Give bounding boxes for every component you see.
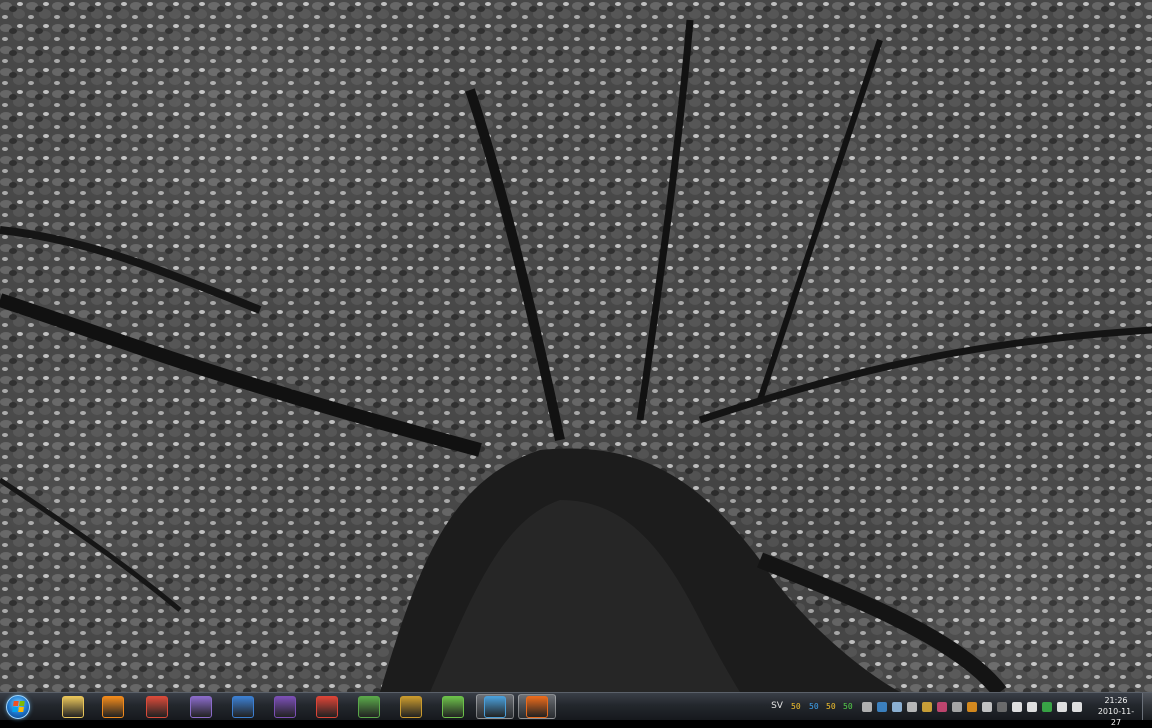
clock-date: 2010-11-27 [1097, 707, 1135, 727]
code-icon [274, 695, 296, 718]
tray-counter[interactable]: 50 [791, 693, 801, 720]
tree-canopy-image [0, 0, 1152, 692]
users-icon [484, 695, 506, 718]
taskbar-button-network-users[interactable] [476, 694, 514, 719]
chrome-icon [316, 695, 338, 718]
taskbar-button-chrome[interactable] [308, 694, 346, 719]
skull-icon[interactable] [982, 702, 992, 712]
volume-icon[interactable] [1072, 702, 1082, 712]
sheet-icon [358, 695, 380, 718]
taskbar-button-pidgin[interactable] [182, 694, 220, 719]
start-button[interactable] [2, 693, 34, 720]
show-desktop-button[interactable] [1142, 693, 1152, 720]
bug-icon[interactable] [862, 702, 872, 712]
orange-dot-icon[interactable] [967, 702, 977, 712]
globe-icon[interactable] [877, 702, 887, 712]
folder-icon [62, 695, 84, 718]
taskbar: SV 50 50 50 50 21:26 2010-11-27 [0, 692, 1152, 727]
palette-icon [146, 695, 168, 718]
tray-counter[interactable]: 50 [843, 693, 853, 720]
chat-icon[interactable] [892, 702, 902, 712]
flag-icon[interactable] [1012, 702, 1022, 712]
language-indicator[interactable]: SV [766, 693, 788, 720]
clock-time: 21:26 [1104, 696, 1128, 705]
taskbar-button-visual-studio[interactable] [266, 694, 304, 719]
shield-icon[interactable] [1042, 702, 1052, 712]
clock[interactable]: 21:26 2010-11-27 [1094, 695, 1138, 728]
taskbar-button-paint[interactable] [138, 694, 176, 719]
taskbar-button-thunderbird[interactable] [224, 694, 262, 719]
book-icon[interactable] [922, 702, 932, 712]
tray-counter[interactable]: 50 [809, 693, 819, 720]
wow-icon [400, 695, 422, 718]
drive-icon[interactable] [997, 702, 1007, 712]
windows-orb-icon [6, 694, 30, 719]
alien-icon [442, 695, 464, 718]
taskbar-button-explorer[interactable] [54, 694, 92, 719]
monitor-icon[interactable] [907, 702, 917, 712]
taskbar-button-firefox[interactable] [518, 694, 556, 719]
taskbar-button-media-player[interactable] [94, 694, 132, 719]
mail-icon [232, 695, 254, 718]
speech-icon[interactable] [1027, 702, 1037, 712]
firefox-icon [526, 695, 548, 718]
desktop-wallpaper [0, 0, 1152, 692]
taskbar-button-chat-alien[interactable] [434, 694, 472, 719]
chat-bird-icon [190, 695, 212, 718]
network-icon[interactable] [1057, 702, 1067, 712]
tray-counter[interactable]: 50 [826, 693, 836, 720]
gear-icon[interactable] [952, 702, 962, 712]
play-icon [102, 695, 124, 718]
heart-icon[interactable] [937, 702, 947, 712]
taskbar-button-world-of-warcraft[interactable] [392, 694, 430, 719]
taskbar-button-spreadsheet[interactable] [350, 694, 388, 719]
